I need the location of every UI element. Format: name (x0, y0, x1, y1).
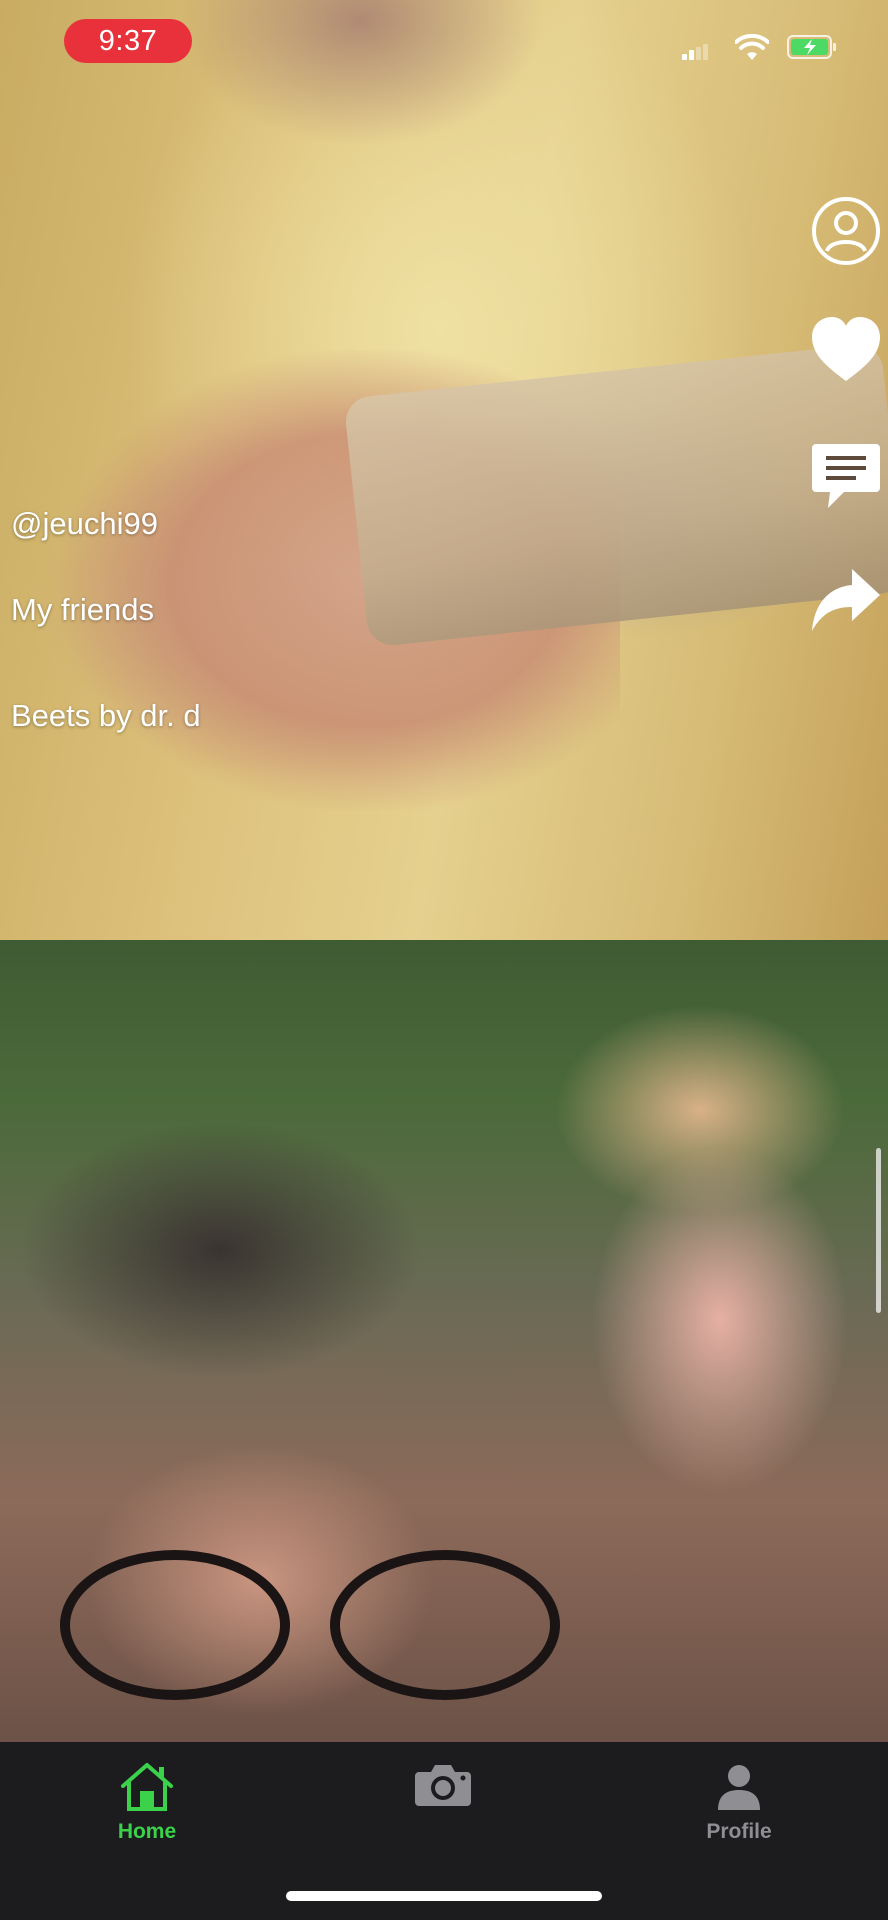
camera-icon (415, 1765, 471, 1806)
home-indicator (286, 1891, 602, 1901)
post-description: My friends (11, 592, 154, 627)
tab-home[interactable]: Home (72, 1762, 222, 1882)
post-username[interactable]: @jeuchi99 (11, 506, 158, 542)
battery-charging-icon (787, 35, 836, 59)
share-icon (812, 569, 880, 631)
signal-icon (682, 44, 708, 60)
heart-icon (812, 317, 880, 381)
status-time: 9:37 (64, 19, 192, 63)
status-bar: 9:37 (0, 0, 888, 80)
profile-button[interactable] (810, 195, 882, 267)
home-icon (121, 1763, 173, 1811)
profile-icon (812, 197, 880, 265)
tab-bar: Home Profile (0, 1742, 888, 1920)
post-music-title[interactable]: Beets by dr. d (11, 698, 201, 734)
tab-home-label: Home (117, 1820, 177, 1843)
tab-profile[interactable]: Profile (664, 1762, 814, 1882)
comment-button[interactable] (810, 440, 882, 512)
video-frame-glasses-left (60, 1550, 290, 1700)
video-player-current[interactable] (0, 0, 888, 940)
feed-scroll-indicator (876, 1148, 881, 1313)
like-button[interactable] (810, 315, 882, 387)
person-icon (718, 1765, 760, 1810)
wifi-icon (735, 34, 769, 60)
tab-profile-label: Profile (706, 1820, 772, 1843)
video-frame-glasses-right (330, 1550, 560, 1700)
share-button[interactable] (810, 565, 882, 637)
tab-camera[interactable] (368, 1762, 518, 1882)
comment-icon (812, 444, 880, 508)
